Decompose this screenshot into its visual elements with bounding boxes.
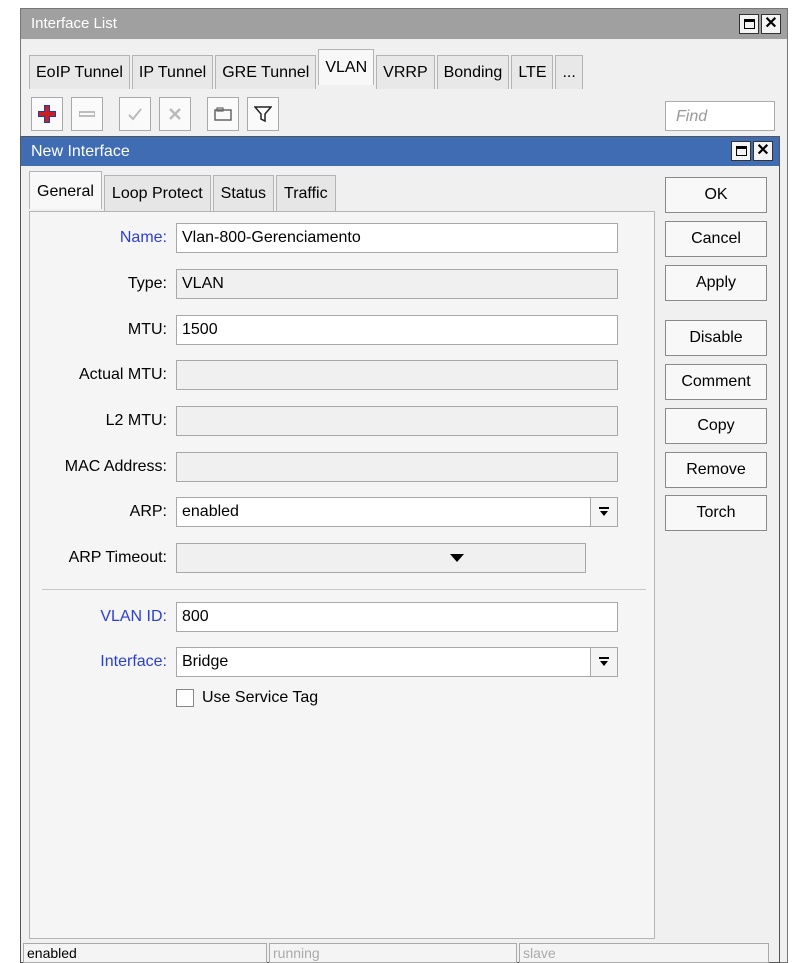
use-service-tag-checkbox[interactable]: [176, 689, 194, 707]
comment-button[interactable]: [207, 97, 239, 131]
l2-mtu-row: L2 MTU:: [30, 405, 654, 437]
torch-button[interactable]: Torch: [665, 495, 767, 531]
mtu-field[interactable]: 1500: [176, 315, 618, 345]
arp-field[interactable]: enabled: [176, 497, 618, 527]
comment-button[interactable]: Comment: [665, 364, 767, 400]
mac-address-field: [176, 452, 618, 482]
mtu-label: MTU:: [127, 321, 167, 338]
maximize-button[interactable]: [739, 14, 759, 34]
dialog-close-button[interactable]: ✕: [753, 141, 773, 161]
status-running: running: [269, 943, 517, 963]
new-interface-title-bar[interactable]: New Interface ✕: [21, 137, 779, 166]
use-service-tag-row: Use Service Tag: [176, 686, 318, 710]
arp-dropdown-button[interactable]: [590, 497, 618, 527]
name-field[interactable]: Vlan-800-Gerenciamento: [176, 223, 618, 253]
interface-list-title: Interface List: [31, 15, 117, 32]
disable-button[interactable]: [159, 97, 191, 131]
ok-button[interactable]: OK: [665, 177, 767, 213]
vlan-id-field[interactable]: 800: [176, 602, 618, 632]
separator: [42, 589, 646, 590]
interface-list-title-bar[interactable]: Interface List ✕: [21, 9, 787, 39]
actual-mtu-label: Actual MTU:: [78, 366, 167, 383]
filter-icon: [254, 106, 272, 123]
tab-more[interactable]: ...: [555, 55, 583, 89]
l2-mtu-field: [176, 406, 618, 436]
enable-icon: [128, 108, 142, 121]
interface-list-toolbar: [31, 97, 279, 131]
interface-label: Interface:: [100, 653, 167, 670]
find-input[interactable]: Find: [665, 101, 775, 131]
new-interface-dialog: New Interface ✕ General Loop Protect Sta…: [20, 136, 780, 963]
remove-interface-button[interactable]: Remove: [665, 452, 767, 488]
interface-list-tabs: EoIP Tunnel IP Tunnel GRE Tunnel VLAN VR…: [29, 49, 585, 89]
status-slave: slave: [519, 943, 769, 963]
actual-mtu-field: [176, 360, 618, 390]
tab-traffic[interactable]: Traffic: [276, 175, 336, 211]
remove-button[interactable]: [71, 97, 103, 131]
type-field: VLAN: [176, 269, 618, 299]
maximize-icon: [735, 146, 747, 156]
expand-arrow-icon[interactable]: [450, 554, 464, 562]
dialog-tabs: General Loop Protect Status Traffic: [29, 171, 338, 211]
tab-status[interactable]: Status: [212, 175, 275, 211]
name-row: Name: Vlan-800-Gerenciamento: [30, 222, 654, 254]
tab-lte[interactable]: LTE: [511, 55, 554, 89]
mac-address-label: MAC Address:: [64, 458, 167, 475]
type-row: Type: VLAN: [30, 268, 654, 300]
tab-bonding[interactable]: Bonding: [436, 55, 510, 89]
dialog-maximize-button[interactable]: [731, 141, 751, 161]
disable-icon: [169, 108, 181, 120]
cancel-button[interactable]: Cancel: [665, 221, 767, 257]
use-service-tag-label: Use Service Tag: [202, 689, 319, 706]
close-button[interactable]: ✕: [761, 14, 781, 34]
type-label: Type:: [127, 275, 167, 292]
interface-row: Interface: Bridge: [30, 646, 654, 678]
dropdown-arrow-icon: [599, 507, 609, 516]
l2-mtu-label: L2 MTU:: [105, 412, 167, 429]
disable-interface-button[interactable]: Disable: [665, 320, 767, 356]
status-bar: enabled running slave: [23, 943, 777, 963]
enable-button[interactable]: [119, 97, 151, 131]
apply-button[interactable]: Apply: [665, 265, 767, 301]
tab-general[interactable]: General: [29, 171, 102, 209]
interface-dropdown-button[interactable]: [590, 647, 618, 677]
vlan-id-label: VLAN ID:: [100, 608, 167, 625]
arp-timeout-label: ARP Timeout:: [68, 549, 167, 566]
arp-timeout-row: ARP Timeout:: [30, 542, 654, 574]
arp-row: ARP: enabled: [30, 496, 654, 528]
comment-icon: [214, 107, 232, 121]
actual-mtu-row: Actual MTU:: [30, 359, 654, 391]
interface-field[interactable]: Bridge: [176, 647, 618, 677]
add-button[interactable]: [31, 97, 63, 131]
filter-button[interactable]: [247, 97, 279, 131]
dropdown-arrow-icon: [599, 657, 609, 666]
tab-eoip-tunnel[interactable]: EoIP Tunnel: [29, 55, 130, 89]
copy-button[interactable]: Copy: [665, 408, 767, 444]
add-icon: [38, 105, 56, 123]
arp-timeout-field: [176, 543, 586, 573]
dialog-title: New Interface: [31, 143, 130, 160]
maximize-icon: [743, 19, 755, 29]
mtu-row: MTU: 1500: [30, 314, 654, 346]
arp-label: ARP:: [129, 503, 167, 520]
name-label: Name:: [119, 229, 167, 246]
vlan-id-row: VLAN ID: 800: [30, 601, 654, 633]
tab-ip-tunnel[interactable]: IP Tunnel: [131, 55, 214, 89]
tab-loop-protect[interactable]: Loop Protect: [103, 175, 211, 211]
remove-icon: [79, 111, 95, 117]
status-enabled: enabled: [23, 943, 267, 963]
tab-vlan[interactable]: VLAN: [318, 49, 375, 85]
mac-address-row: MAC Address:: [30, 451, 654, 483]
close-icon: ✕: [756, 142, 770, 159]
tab-vrrp[interactable]: VRRP: [376, 55, 435, 89]
general-panel: Name: Vlan-800-Gerenciamento Type: VLAN …: [29, 211, 655, 939]
close-icon: ✕: [764, 15, 778, 32]
tab-gre-tunnel[interactable]: GRE Tunnel: [215, 55, 317, 89]
